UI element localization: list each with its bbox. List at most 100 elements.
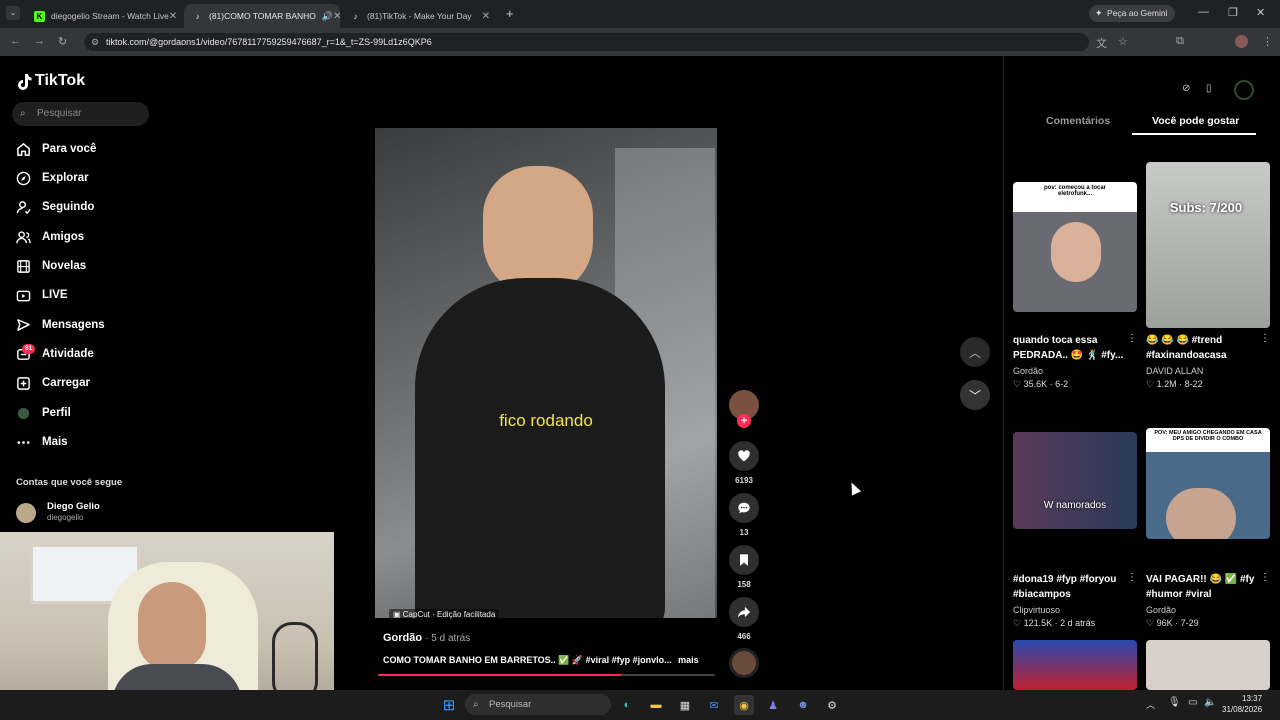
like-button[interactable] (729, 441, 759, 471)
compass-icon[interactable]: ⊘ (1182, 83, 1190, 94)
save-button[interactable] (729, 545, 759, 575)
tray-chevron-icon[interactable]: ︿ (1146, 698, 1155, 711)
card-likes: 35.6K (1023, 379, 1048, 389)
chrome-icon[interactable]: ◉ (734, 695, 754, 715)
nav-label: LIVE (42, 289, 68, 301)
tiktok-icon (18, 73, 32, 90)
extensions-icon[interactable]: ⧉ (1176, 35, 1184, 48)
close-icon[interactable]: ✕ (169, 11, 177, 22)
compass-icon (15, 170, 31, 186)
followed-account[interactable]: Diego Gelio diegogelio (16, 501, 166, 523)
heart-outline-icon: ♡ (1146, 379, 1157, 389)
close-window-icon[interactable]: ✕ (1256, 6, 1265, 19)
next-video-button[interactable]: ﹀ (960, 380, 990, 410)
account-handle: diegogelio (47, 513, 84, 522)
toggle-icon[interactable] (1234, 80, 1254, 100)
card-stats: ♡ 1.2M · 8-22 (1146, 379, 1203, 389)
close-icon[interactable]: ✕ (333, 11, 340, 22)
bookmark-star-icon[interactable]: ☆ (1118, 35, 1128, 48)
card-menu-icon[interactable]: ⋮ (1127, 333, 1137, 344)
speaker-icon[interactable]: 🔊 (322, 11, 333, 22)
tab-title: diegogelio Stream - Watch Live (51, 11, 169, 21)
tab-video[interactable]: ♪ (81)COMO TOMAR BANHO 🔊 ✕ (184, 4, 340, 28)
suggested-video-thumb[interactable] (1146, 640, 1270, 690)
suggested-video-thumb[interactable]: Subs: 7/200 (1146, 162, 1270, 328)
taskbar-clock[interactable]: 13:37 31/08/2026 (1222, 693, 1262, 715)
nav-following[interactable]: Seguindo (15, 196, 94, 218)
nav-for-you[interactable]: Para você (15, 138, 96, 160)
address-bar[interactable]: ⚙ tiktok.com/@gordaons1/video/7678117759… (84, 33, 1089, 51)
tab-list-button[interactable]: ⌄ (6, 6, 20, 20)
microphone-icon[interactable]: 🎙 (1168, 697, 1181, 708)
card-author[interactable]: Gordão (1013, 366, 1043, 376)
nav-explore[interactable]: Explorar (15, 167, 89, 189)
nav-upload[interactable]: Carregar (15, 372, 90, 394)
edge-icon[interactable]: ◐ (617, 695, 637, 715)
tab-stream[interactable]: K diegogelio Stream - Watch Live ✕ (26, 4, 182, 28)
video-author[interactable]: Gordão · 5 d atrás (383, 632, 470, 644)
menu-icon[interactable]: ⋮ (1262, 35, 1273, 48)
suggested-video-thumb[interactable]: W namorados (1013, 432, 1137, 529)
back-icon[interactable]: ← (10, 35, 21, 47)
minimize-icon[interactable]: — (1198, 6, 1209, 18)
card-title[interactable]: 😂 😂 😂 #trend #faxinandoacasa (1146, 333, 1266, 363)
previous-video-button[interactable]: ︿ (960, 337, 990, 367)
close-icon[interactable]: ✕ (482, 11, 490, 22)
suggested-video-thumb[interactable]: POV: MEU AMIGO CHEGANDO EM CASA DPS DE D… (1146, 428, 1270, 539)
tiktok-logo[interactable]: TikTok (16, 72, 85, 90)
discord-icon[interactable]: ☻ (793, 695, 813, 715)
share-button[interactable] (729, 597, 759, 627)
maximize-icon[interactable]: ❐ (1228, 6, 1238, 19)
card-menu-icon[interactable]: ⋮ (1127, 572, 1137, 583)
translate-icon[interactable]: 文 (1096, 35, 1107, 51)
follow-plus-icon[interactable]: + (737, 414, 751, 428)
new-tab-button[interactable]: + (506, 6, 514, 21)
more-link[interactable]: mais (678, 655, 699, 665)
nav-live[interactable]: LIVE (15, 284, 68, 306)
site-info-icon[interactable]: ⚙ (91, 33, 99, 51)
nav-more[interactable]: Mais (15, 431, 68, 453)
suggested-video-thumb[interactable]: pov: começou a tocar eletrofunk... (1013, 182, 1137, 312)
phone-icon[interactable]: ▯ (1206, 83, 1212, 94)
volume-icon[interactable]: 🔈 (1204, 697, 1216, 708)
music-disc-avatar[interactable] (729, 648, 759, 678)
capcut-badge[interactable]: ▣ CapCut · Edição facilitada (389, 609, 500, 620)
reload-icon[interactable]: ↻ (58, 35, 67, 48)
nav-novelas[interactable]: Novelas (15, 255, 86, 277)
clock-date: 31/08/2026 (1222, 705, 1263, 714)
nav-profile[interactable]: Perfil (15, 402, 71, 424)
card-title[interactable]: quando toca essa PEDRADA.. 🤩 🕺 #fy... (1013, 333, 1133, 363)
start-windows-icon[interactable]: ⊞ (439, 695, 459, 715)
card-author[interactable]: Clipvirtuoso (1013, 605, 1060, 615)
card-title[interactable]: #dona19 #fyp #foryou #biacampos (1013, 572, 1133, 602)
tab-you-may-like[interactable]: Você pode gostar (1152, 115, 1239, 127)
nav-friends[interactable]: Amigos (15, 226, 84, 248)
card-author[interactable]: Gordão (1146, 605, 1176, 615)
profile-avatar[interactable] (1235, 35, 1248, 48)
mail-icon[interactable]: ✉ (704, 695, 724, 715)
tab-title: (81)TikTok - Make Your Day (367, 11, 472, 21)
app-icon[interactable]: ⚙ (822, 695, 842, 715)
card-menu-icon[interactable]: ⋮ (1260, 572, 1270, 583)
gemini-button[interactable]: ✦ Peça ao Gemini (1089, 5, 1176, 22)
card-author[interactable]: DAVID ALLAN (1146, 366, 1203, 376)
home-icon (15, 141, 31, 157)
network-icon[interactable]: ▭ (1188, 697, 1197, 708)
avatar (16, 503, 36, 523)
teams-icon[interactable]: ♟ (763, 695, 783, 715)
file-explorer-icon[interactable]: ▬ (646, 695, 666, 715)
taskbar-search[interactable]: ⌕ Pesquisar (465, 694, 611, 715)
video-player[interactable] (375, 128, 717, 618)
nav-messages[interactable]: Mensagens (15, 314, 105, 336)
comment-button[interactable] (729, 493, 759, 523)
video-progress-bar[interactable] (378, 674, 715, 676)
tab-comments[interactable]: Comentários (1046, 115, 1110, 127)
heart-outline-icon: ♡ (1013, 379, 1024, 389)
card-title[interactable]: VAI PAGAR!! 😂 ✅ #fy #humor #viral (1146, 572, 1266, 602)
tab-tiktok-home[interactable]: ♪ (81)TikTok - Make Your Day ✕ (342, 4, 498, 28)
suggested-video-thumb[interactable] (1013, 640, 1137, 690)
store-icon[interactable]: ▦ (675, 695, 695, 715)
card-menu-icon[interactable]: ⋮ (1260, 333, 1270, 344)
search-input[interactable]: ⌕ Pesquisar (12, 102, 149, 126)
forward-icon[interactable]: → (34, 35, 45, 47)
